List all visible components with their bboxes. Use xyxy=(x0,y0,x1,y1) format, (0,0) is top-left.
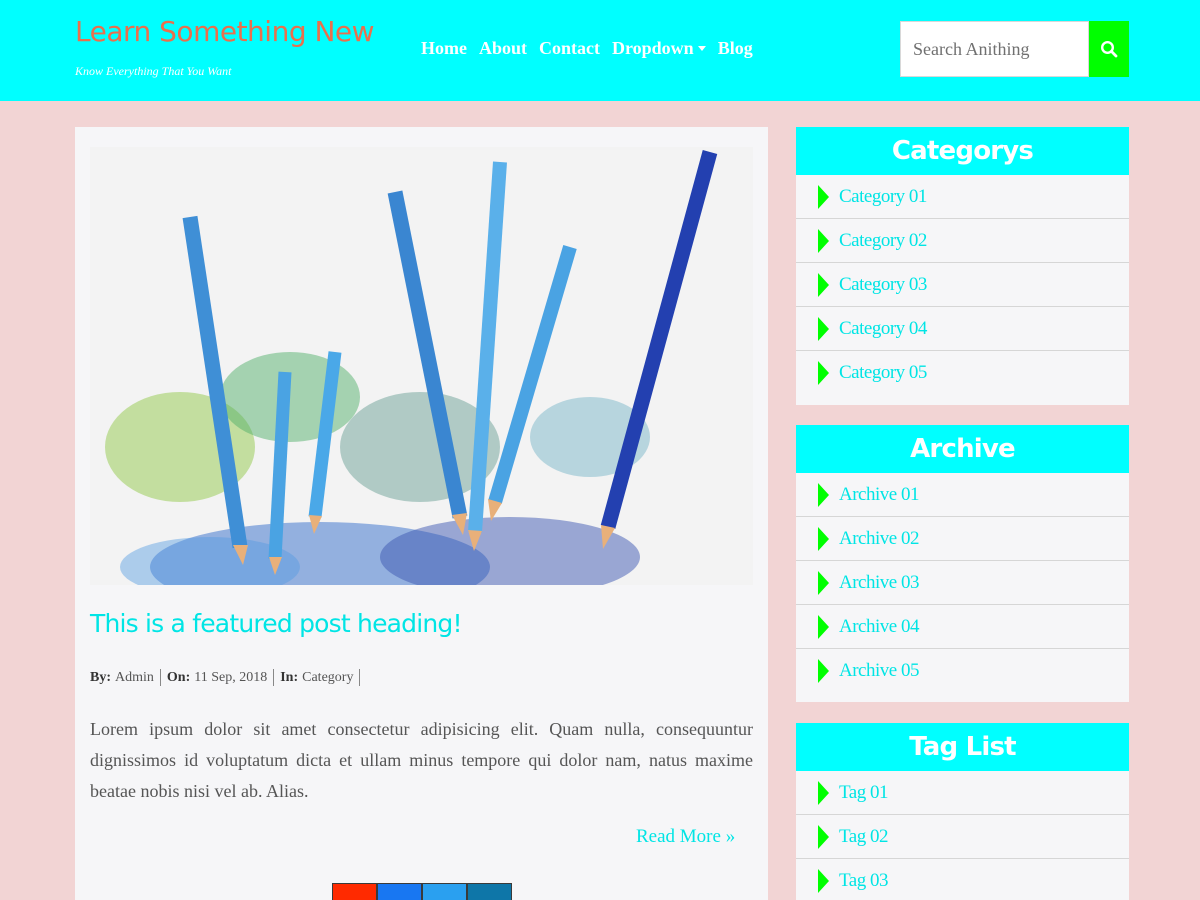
meta-on-label: On: xyxy=(166,669,191,685)
triangle-right-icon xyxy=(818,614,829,639)
search-button[interactable] xyxy=(1089,21,1129,77)
category-label: Category 02 xyxy=(839,229,927,251)
category-label: Category 03 xyxy=(839,273,927,295)
category-item[interactable]: Category 04 xyxy=(796,307,1129,351)
tag-label: Tag 03 xyxy=(839,870,888,891)
share-button-google[interactable] xyxy=(332,883,377,900)
caret-down-icon xyxy=(697,46,706,51)
search-input[interactable] xyxy=(900,21,1089,77)
triangle-right-icon xyxy=(818,272,829,297)
triangle-right-icon xyxy=(818,780,829,805)
share-button-twitter[interactable] xyxy=(422,883,467,900)
triangle-right-icon xyxy=(818,361,829,385)
archive-label: Archive 04 xyxy=(839,615,919,637)
category-item[interactable]: Category 03 xyxy=(796,263,1129,307)
site-title[interactable]: Learn Something New xyxy=(75,15,375,48)
category-label: Category 01 xyxy=(839,185,927,207)
archive-item[interactable]: Archive 05 xyxy=(796,649,1129,693)
tags-widget: Tag List Tag 01 Tag 02 Tag 03 xyxy=(796,723,1129,900)
nav-about[interactable]: About xyxy=(479,38,527,59)
read-more-link[interactable]: Read More » xyxy=(636,826,735,848)
category-label: Category 05 xyxy=(839,362,927,383)
nav-blog[interactable]: Blog xyxy=(718,38,753,59)
archive-label: Archive 01 xyxy=(839,483,919,505)
categories-widget: Categorys Category 01 Category 02 Catego… xyxy=(796,127,1129,405)
archive-item[interactable]: Archive 01 xyxy=(796,473,1129,517)
category-item[interactable]: Category 05 xyxy=(796,351,1129,395)
nav-contact[interactable]: Contact xyxy=(539,38,600,59)
widget-title: Categorys xyxy=(796,127,1129,175)
meta-category[interactable]: Category xyxy=(302,670,353,686)
meta-author[interactable]: Admin xyxy=(115,670,154,686)
triangle-right-icon xyxy=(818,824,829,849)
post-meta: By: Admin On: 11 Sep, 2018 In: Category xyxy=(90,669,366,686)
share-button-linkedin[interactable] xyxy=(467,883,512,900)
widget-title: Tag List xyxy=(796,723,1129,771)
nav-home[interactable]: Home xyxy=(421,38,467,59)
archive-item[interactable]: Archive 03 xyxy=(796,561,1129,605)
tag-label: Tag 01 xyxy=(839,781,888,803)
category-label: Category 04 xyxy=(839,317,927,339)
archive-label: Archive 03 xyxy=(839,571,919,593)
archive-item[interactable]: Archive 04 xyxy=(796,605,1129,649)
nav-dropdown-label: Dropdown xyxy=(612,38,694,58)
site-header: Learn Something New Know Everything That… xyxy=(0,0,1200,101)
nav-dropdown[interactable]: Dropdown xyxy=(612,38,706,59)
triangle-right-icon xyxy=(818,482,829,507)
archive-widget: Archive Archive 01 Archive 02 Archive 03… xyxy=(796,425,1129,702)
main-nav: Home About Contact Dropdown Blog xyxy=(421,38,753,59)
archive-label: Archive 05 xyxy=(839,660,919,681)
category-item[interactable]: Category 01 xyxy=(796,175,1129,219)
triangle-right-icon xyxy=(818,228,829,253)
triangle-right-icon xyxy=(818,184,829,209)
share-button-facebook[interactable] xyxy=(377,883,422,900)
triangle-right-icon xyxy=(818,526,829,551)
post-excerpt: Lorem ipsum dolor sit amet consectetur a… xyxy=(90,719,753,801)
meta-date: 11 Sep, 2018 xyxy=(194,669,268,685)
search-icon xyxy=(1100,40,1118,58)
archive-item[interactable]: Archive 02 xyxy=(796,517,1129,561)
widget-title: Archive xyxy=(796,425,1129,473)
tag-item[interactable]: Tag 03 xyxy=(796,859,1129,900)
tag-item[interactable]: Tag 01 xyxy=(796,771,1129,815)
archive-label: Archive 02 xyxy=(839,527,919,549)
post-heading[interactable]: This is a featured post heading! xyxy=(90,609,463,638)
meta-in-label: In: xyxy=(280,669,299,685)
triangle-right-icon xyxy=(818,659,829,683)
tag-label: Tag 02 xyxy=(839,825,888,847)
share-bar xyxy=(332,883,512,900)
meta-by-label: By: xyxy=(90,669,111,685)
featured-post-image[interactable] xyxy=(90,147,753,585)
meta-divider xyxy=(273,669,275,686)
meta-divider xyxy=(359,669,361,686)
category-item[interactable]: Category 02 xyxy=(796,219,1129,263)
meta-divider xyxy=(159,669,161,686)
triangle-right-icon xyxy=(818,869,829,893)
triangle-right-icon xyxy=(818,570,829,595)
site-tagline: Know Everything That You Want xyxy=(75,64,232,78)
triangle-right-icon xyxy=(818,316,829,341)
tag-item[interactable]: Tag 02 xyxy=(796,815,1129,859)
